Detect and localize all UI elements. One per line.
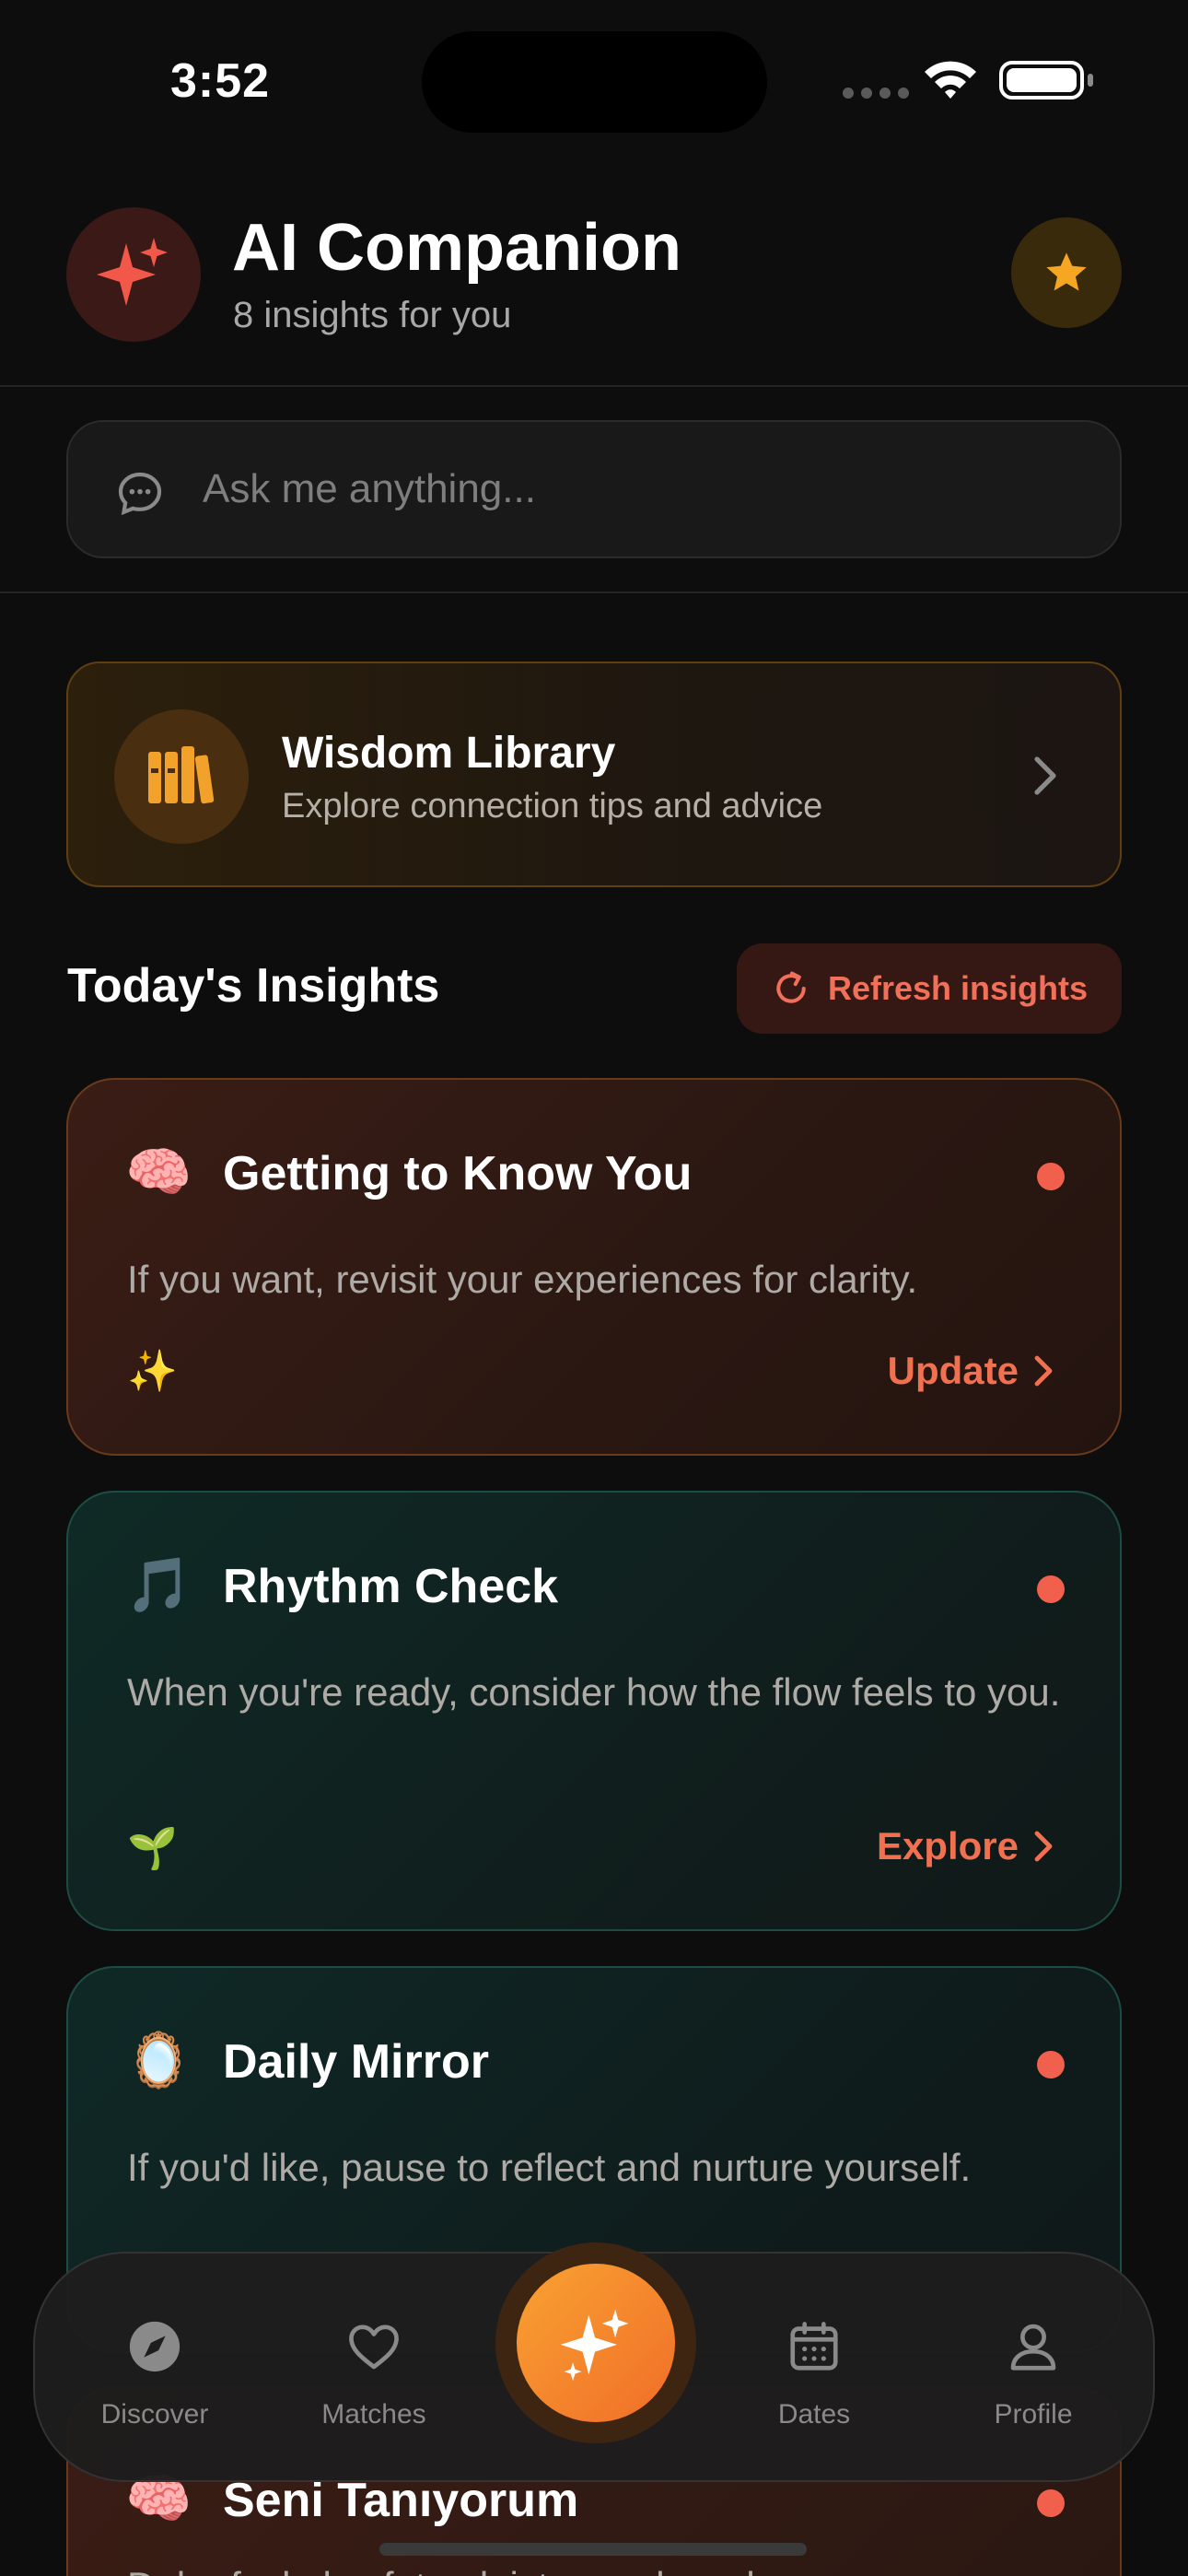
tab-matches-label: Matches [321, 2399, 426, 2430]
insights-section-title: Today's Insights [67, 959, 440, 1013]
music-note-icon: 🎵 [125, 1555, 192, 1615]
tab-dates-label: Dates [777, 2399, 851, 2430]
tab-discover-label: Discover [100, 2399, 209, 2430]
unread-dot [1037, 1575, 1065, 1603]
tab-profile[interactable]: Profile [941, 2318, 1125, 2430]
sparkles-icon: ✨ [127, 1349, 178, 1394]
ask-input-container[interactable] [66, 420, 1122, 558]
header-divider [0, 385, 1188, 387]
person-icon [1010, 2324, 1056, 2371]
insight-card[interactable]: 🧠 Getting to Know You If you want, revis… [66, 1078, 1122, 1456]
sparkles-icon [97, 238, 168, 306]
unread-dot [1037, 2489, 1065, 2517]
ask-input[interactable] [203, 422, 1087, 556]
home-indicator[interactable] [379, 2543, 807, 2556]
refresh-insights-label: Refresh insights [827, 969, 1089, 1007]
heart-icon [349, 2324, 399, 2370]
status-time: 3:52 [170, 54, 271, 108]
sparkles-icon [560, 2309, 629, 2382]
explore-label: Explore [876, 1824, 1019, 1868]
refresh-insights-button[interactable]: Refresh insights [737, 943, 1122, 1034]
chevron-right-icon [1034, 1355, 1053, 1387]
wifi-icon [925, 61, 976, 99]
battery-icon [999, 61, 1093, 100]
search-divider [0, 591, 1188, 593]
tab-matches[interactable]: Matches [282, 2318, 466, 2430]
star-icon [1046, 252, 1087, 291]
favorites-button[interactable] [1011, 217, 1122, 328]
update-label: Update [887, 1349, 1019, 1392]
insight-card[interactable]: 🎵 Rhythm Check When you're ready, consid… [66, 1491, 1122, 1931]
update-button[interactable]: Update [888, 1349, 1055, 1393]
library-subtitle: Explore connection tips and advice [282, 787, 823, 825]
library-icon-badge [114, 709, 249, 844]
dynamic-island [422, 31, 767, 133]
mirror-icon: 🪞 [125, 2031, 192, 2090]
books-icon [148, 746, 215, 804]
ai-companion-button[interactable] [517, 2264, 675, 2422]
ai-companion-tab[interactable] [495, 2242, 696, 2443]
explore-button[interactable]: Explore [877, 1824, 1055, 1868]
insight-body: When you're ready, consider how the flow… [127, 1670, 1061, 1714]
seedling-icon: 🌱 [127, 1826, 178, 1871]
tab-profile-label: Profile [994, 2399, 1073, 2430]
page-title: AI Companion [232, 211, 681, 285]
compass-icon [129, 2321, 181, 2372]
companion-avatar [66, 207, 201, 342]
library-title: Wisdom Library [282, 729, 616, 778]
chevron-right-icon [1034, 1831, 1053, 1862]
page-subtitle: 8 insights for you [233, 295, 512, 335]
unread-dot [1037, 2051, 1065, 2078]
tab-discover[interactable]: Discover [63, 2318, 247, 2430]
brain-icon: 🧠 [125, 1142, 192, 1202]
insight-body: Daha fazla keşfetmek istersen buradayım. [127, 2556, 1066, 2576]
unread-dot [1037, 1163, 1065, 1190]
tab-dates[interactable]: Dates [722, 2318, 906, 2430]
refresh-icon [776, 971, 806, 1003]
insight-title: Daily Mirror [223, 2035, 489, 2089]
chat-bubble-icon [118, 472, 162, 516]
calendar-icon [790, 2322, 838, 2371]
insight-body: If you want, revisit your experiences fo… [127, 1258, 918, 1301]
insight-title: Getting to Know You [223, 1147, 693, 1200]
cellular-signal-icon [843, 88, 909, 99]
insight-title: Rhythm Check [223, 1560, 559, 1613]
tab-bar: Discover Matches Dates Profile [33, 2242, 1155, 2482]
insight-body: If you'd like, pause to reflect and nurt… [127, 2146, 972, 2189]
wisdom-library-card[interactable]: Wisdom Library Explore connection tips a… [66, 662, 1122, 887]
chevron-right-icon [1034, 756, 1056, 795]
